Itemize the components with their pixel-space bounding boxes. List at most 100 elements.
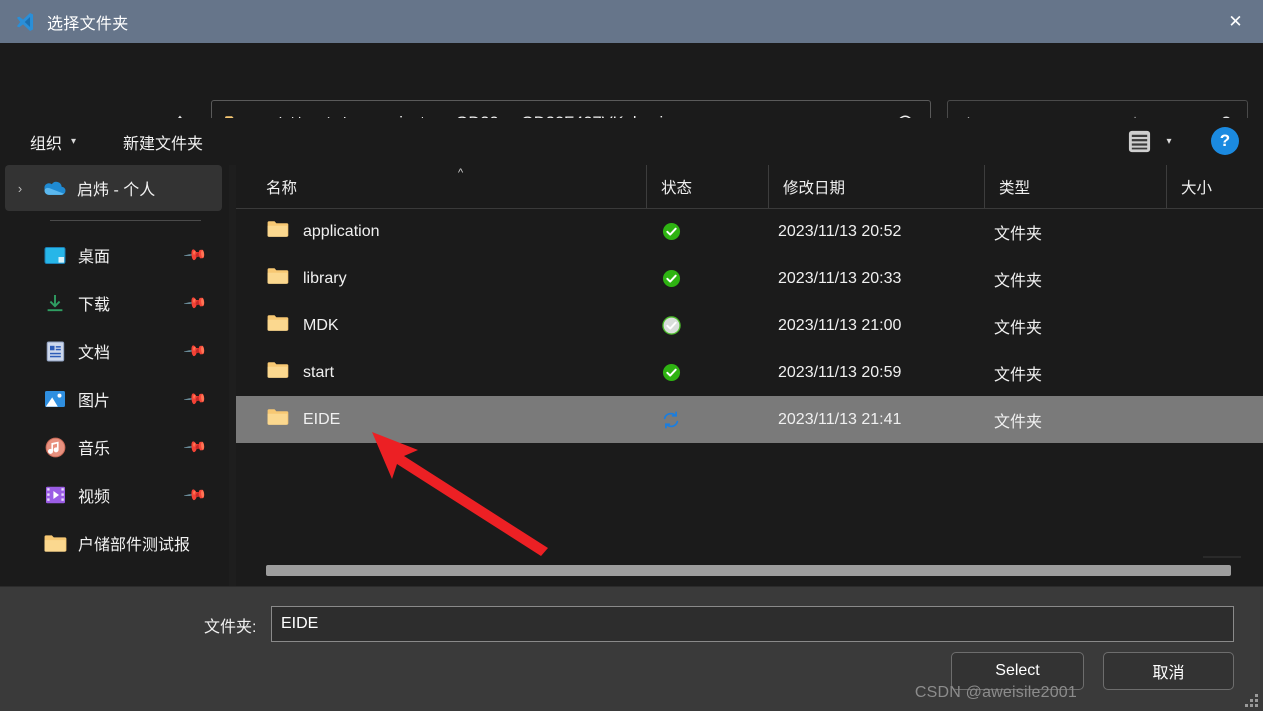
sort-ascending-icon: ^ [458, 167, 464, 179]
sidebar-item-music[interactable]: 音乐 📌 [6, 423, 223, 471]
sidebar-item-label: 桌面 [78, 249, 111, 266]
file-date: 2023/11/13 21:41 [778, 410, 902, 428]
column-header-label: 名称 [266, 179, 298, 197]
file-name-cell: library [266, 267, 347, 290]
folder-icon [266, 314, 289, 337]
table-row[interactable]: start 2023/11/13 20:59 文件夹 [236, 349, 1263, 396]
sidebar-item-label: 视频 [78, 489, 111, 506]
folder-icon [266, 220, 289, 243]
sidebar-item-videos[interactable]: 视频 📌 [6, 471, 223, 519]
sidebar-item-label: 音乐 [78, 441, 111, 458]
file-type: 文件夹 [994, 366, 1043, 384]
help-button[interactable]: ? [1211, 127, 1239, 155]
folder-icon [42, 532, 68, 554]
file-name-cell: EIDE [266, 408, 340, 431]
file-name: start [303, 363, 335, 381]
select-folder-dialog: 选择文件夹 ✕ ← → ⌄ ↑ › 启炜 - 个人 › projects › G… [0, 0, 1263, 711]
sidebar-item-label: 下载 [78, 297, 111, 314]
vscode-icon [14, 11, 36, 33]
file-name: MDK [303, 316, 339, 334]
column-headers: 名称 ^ 状态 修改日期 类型 大小 [236, 165, 1263, 209]
cloud-check-outline-icon [656, 316, 686, 335]
file-name: EIDE [303, 410, 341, 428]
video-icon [42, 484, 68, 506]
file-rows: application 2023/11/13 20:52 文件夹 library… [236, 208, 1263, 443]
sidebar-divider [50, 220, 201, 221]
music-icon [42, 436, 68, 458]
sidebar-item-documents[interactable]: 文档 📌 [6, 327, 223, 375]
folder-icon [266, 267, 289, 290]
column-header-status[interactable]: 状态 [646, 165, 768, 208]
resize-grip[interactable] [1245, 694, 1259, 708]
file-date: 2023/11/13 20:33 [778, 269, 902, 287]
folder-field-label: 文件夹: [204, 619, 257, 636]
folder-icon [266, 408, 289, 431]
organize-button[interactable]: 组织 ▾ [22, 125, 84, 158]
column-header-name[interactable]: 名称 ^ [236, 165, 646, 208]
navigation-row: ← → ⌄ ↑ › 启炜 - 个人 › projects › GD32 › GD… [0, 43, 1263, 147]
pin-icon[interactable]: 📌 [183, 242, 209, 268]
sync-in-progress-icon [656, 410, 686, 430]
desktop-icon [42, 244, 68, 266]
file-date: 2023/11/13 20:52 [778, 222, 902, 240]
list-view-icon[interactable] [1122, 123, 1156, 159]
sidebar-item-desktop[interactable]: 桌面 📌 [6, 231, 223, 279]
chevron-down-icon[interactable]: ▾ [1158, 123, 1180, 159]
cancel-button[interactable]: 取消 [1103, 652, 1234, 690]
organize-label: 组织 [30, 135, 63, 153]
cloud-synced-check-icon [656, 269, 686, 288]
download-icon [42, 292, 68, 314]
table-row[interactable]: application 2023/11/13 20:52 文件夹 [236, 208, 1263, 255]
file-name-cell: start [266, 361, 334, 384]
horizontal-scrollbar-thumb[interactable] [266, 565, 1231, 576]
cloud-synced-check-icon [656, 363, 686, 382]
pin-icon[interactable]: 📌 [183, 290, 209, 316]
sidebar-item-label: 户储部件测试报 [78, 537, 191, 554]
sidebar-item-label: 文档 [78, 345, 111, 362]
column-header-type[interactable]: 类型 [984, 165, 1166, 208]
title-bar: 选择文件夹 ✕ [0, 0, 1263, 43]
vertical-scrollbar-marker [1203, 556, 1241, 558]
pin-icon[interactable]: 📌 [183, 434, 209, 460]
file-name: library [303, 269, 347, 287]
sidebar-item-label: 启炜 - 个人 [77, 182, 156, 199]
close-icon[interactable]: ✕ [1208, 0, 1263, 43]
command-bar: 组织 ▾ 新建文件夹 ▾ [0, 118, 1263, 165]
folder-name-input[interactable]: EIDE [271, 606, 1234, 642]
file-list-pane: 名称 ^ 状态 修改日期 类型 大小 application 2023/11/1… [236, 165, 1263, 586]
cloud-synced-check-icon [656, 222, 686, 241]
new-folder-button[interactable]: 新建文件夹 [115, 125, 211, 158]
pin-icon[interactable]: 📌 [183, 338, 209, 364]
file-type: 文件夹 [994, 413, 1043, 431]
document-icon [42, 340, 68, 362]
folder-icon [266, 361, 289, 384]
sidebar-item-onedrive[interactable]: › 启炜 - 个人 [5, 165, 222, 211]
table-row[interactable]: MDK 2023/11/13 21:00 文件夹 [236, 302, 1263, 349]
file-name: application [303, 222, 380, 240]
file-name-cell: application [266, 220, 380, 243]
sidebar: › 启炜 - 个人 桌面 📌 下载 📌 文档 📌 图片 📌 音乐 📌 视频 📌 … [0, 165, 229, 586]
sidebar-item-pictures[interactable]: 图片 📌 [6, 375, 223, 423]
sidebar-item-downloads[interactable]: 下载 📌 [6, 279, 223, 327]
chevron-right-icon[interactable]: › [5, 181, 35, 196]
table-row[interactable]: EIDE 2023/11/13 21:41 文件夹 [236, 396, 1263, 443]
file-type: 文件夹 [994, 225, 1043, 243]
file-date: 2023/11/13 20:59 [778, 363, 902, 381]
sidebar-scrollbar[interactable] [217, 207, 442, 610]
file-type: 文件夹 [994, 319, 1043, 337]
column-header-size[interactable]: 大小 [1166, 165, 1263, 208]
watermark: CSDN @aweisile2001 [914, 684, 1077, 701]
file-name-cell: MDK [266, 314, 339, 337]
onedrive-cloud-icon [41, 177, 67, 199]
pin-icon[interactable]: 📌 [183, 482, 209, 508]
file-type: 文件夹 [994, 272, 1043, 290]
table-row[interactable]: library 2023/11/13 20:33 文件夹 [236, 255, 1263, 302]
file-date: 2023/11/13 21:00 [778, 316, 902, 334]
column-header-date[interactable]: 修改日期 [768, 165, 984, 208]
sidebar-item-label: 图片 [78, 393, 111, 410]
picture-icon [42, 388, 68, 410]
pin-icon[interactable]: 📌 [183, 386, 209, 412]
window-title: 选择文件夹 [47, 15, 129, 33]
chevron-down-icon: ▾ [71, 136, 77, 147]
sidebar-item-test-report-folder[interactable]: 户储部件测试报 [6, 519, 223, 567]
